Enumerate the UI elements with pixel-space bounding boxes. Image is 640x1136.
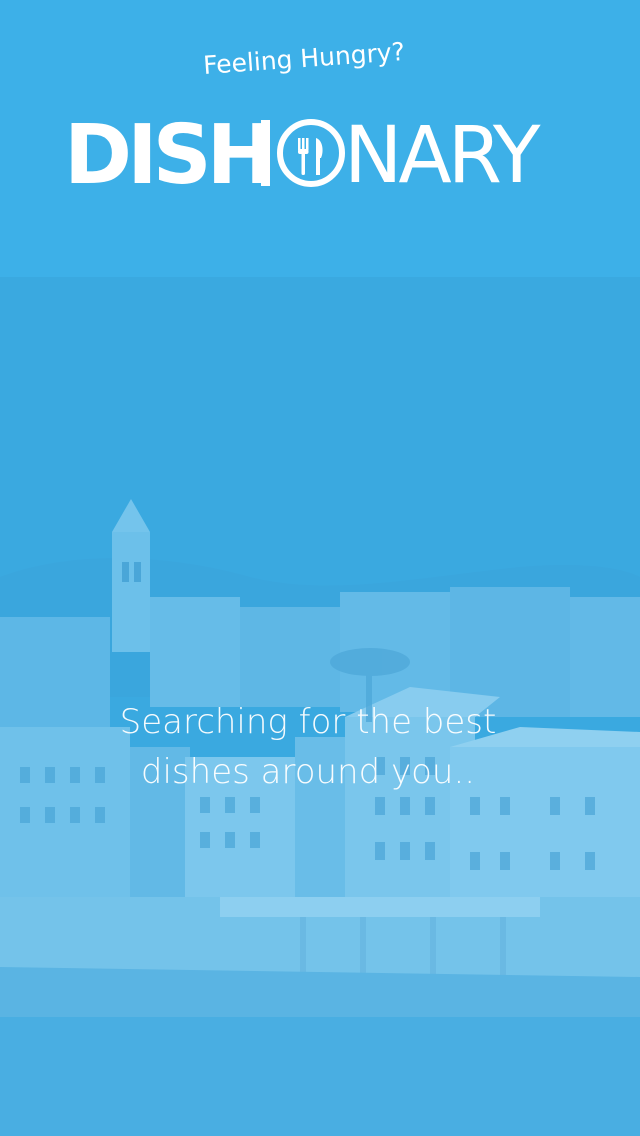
logo-text-thin: NARY bbox=[344, 111, 541, 201]
tagline: Feeling Hungry? bbox=[202, 36, 406, 81]
fork-knife-icon bbox=[277, 119, 345, 187]
logo-text-bold: DISH bbox=[64, 108, 275, 203]
hero-background: Searching for the best dishes around you… bbox=[0, 277, 640, 1136]
logo-letter-i bbox=[261, 120, 270, 186]
app-header: Feeling Hungry? DISH NARY bbox=[0, 0, 640, 277]
loading-status-text: Searching for the best dishes around you… bbox=[0, 697, 616, 797]
app-logo: DISH NARY bbox=[64, 108, 584, 203]
status-line-2: dishes around you.. bbox=[140, 752, 476, 792]
status-line-1: Searching for the best bbox=[119, 702, 497, 742]
